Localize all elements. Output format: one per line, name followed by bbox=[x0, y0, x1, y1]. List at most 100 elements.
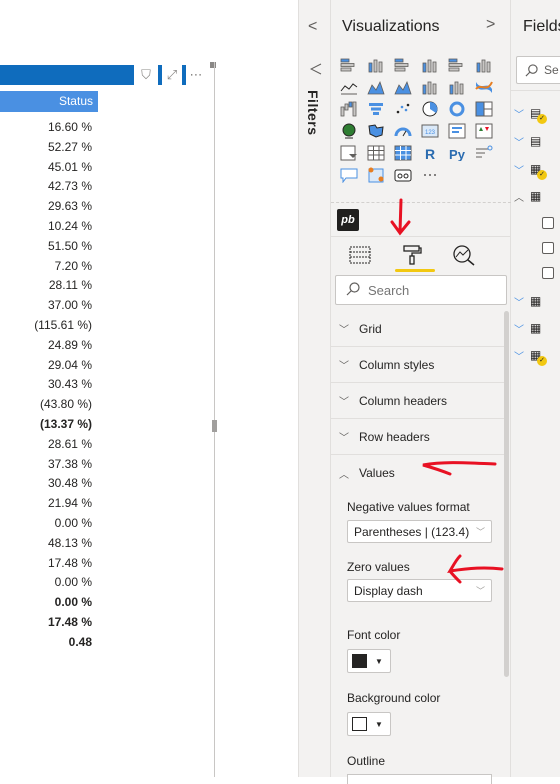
field-checkbox[interactable] bbox=[542, 267, 554, 279]
format-search-box[interactable] bbox=[335, 275, 507, 305]
table-row[interactable]: 29.04 % bbox=[0, 356, 98, 376]
pie-chart-icon[interactable] bbox=[419, 99, 441, 119]
table-total-row[interactable]: (13.37 %) bbox=[0, 415, 98, 435]
table-row[interactable]: 0.00 % bbox=[0, 573, 98, 593]
chevron-down-icon[interactable]: ﹀ bbox=[514, 294, 524, 309]
field-table-row[interactable]: ﹀ ▦ bbox=[514, 291, 543, 311]
table-row[interactable]: 28.11 % bbox=[0, 276, 98, 296]
table-row[interactable]: 28.61 % bbox=[0, 435, 98, 455]
funnel-chart-icon[interactable] bbox=[365, 99, 387, 119]
waterfall-chart-icon[interactable] bbox=[338, 99, 360, 119]
background-color-picker[interactable]: ▼ bbox=[347, 712, 391, 736]
format-section-column-styles[interactable]: ﹀ Column styles bbox=[331, 347, 505, 383]
chevron-up-icon[interactable]: ︿ bbox=[514, 189, 524, 204]
column-header-status[interactable]: Status bbox=[0, 91, 98, 112]
table-row[interactable]: 52.27 % bbox=[0, 138, 98, 158]
matrix-icon[interactable] bbox=[392, 143, 414, 163]
format-pane-scrollbar[interactable] bbox=[504, 311, 509, 677]
donut-chart-icon[interactable] bbox=[446, 99, 468, 119]
outline-dropdown[interactable] bbox=[347, 774, 492, 784]
stacked-area-chart-icon[interactable] bbox=[392, 77, 414, 97]
more-visuals-icon[interactable] bbox=[419, 165, 441, 185]
expand-pane-icon[interactable]: > bbox=[486, 16, 495, 34]
table-row[interactable]: 48.13 % bbox=[0, 534, 98, 554]
kpi-icon[interactable] bbox=[473, 121, 495, 141]
100-stacked-bar-chart-icon[interactable] bbox=[446, 55, 468, 75]
negative-values-format-dropdown[interactable]: Parentheses | (123.4) ﹀ bbox=[347, 520, 492, 543]
table-row[interactable]: 21.94 % bbox=[0, 494, 98, 514]
multi-row-card-icon[interactable] bbox=[446, 121, 468, 141]
table-row[interactable]: 7.20 % bbox=[0, 257, 98, 277]
table-row[interactable]: 30.48 % bbox=[0, 474, 98, 494]
format-search-input[interactable] bbox=[368, 282, 488, 298]
field-checkbox[interactable] bbox=[542, 217, 554, 229]
table-row[interactable]: 17.48 % bbox=[0, 554, 98, 574]
filters-pane[interactable]: < Filters bbox=[298, 0, 331, 777]
qna-icon[interactable] bbox=[338, 165, 360, 185]
slicer-icon[interactable] bbox=[338, 143, 360, 163]
r-visual-icon[interactable]: R bbox=[419, 143, 441, 163]
100-stacked-column-chart-icon[interactable] bbox=[473, 55, 495, 75]
table-row[interactable]: 16.60 % bbox=[0, 118, 98, 138]
table-row[interactable]: 10.24 % bbox=[0, 217, 98, 237]
stacked-bar-chart-icon[interactable] bbox=[338, 55, 360, 75]
scatter-chart-icon[interactable] bbox=[392, 99, 414, 119]
focus-mode-icon[interactable]: ⤢ bbox=[158, 65, 182, 85]
card-icon[interactable]: 123 bbox=[419, 121, 441, 141]
line-stacked-column-chart-icon[interactable] bbox=[419, 77, 441, 97]
fields-search-box[interactable]: Se bbox=[516, 56, 560, 84]
zero-values-dropdown[interactable]: Display dash ﹀ bbox=[347, 579, 492, 602]
treemap-icon[interactable] bbox=[473, 99, 495, 119]
table-row[interactable]: 30.43 % bbox=[0, 375, 98, 395]
clustered-bar-chart-icon[interactable] bbox=[392, 55, 414, 75]
table-row[interactable]: 24.89 % bbox=[0, 336, 98, 356]
line-chart-icon[interactable] bbox=[338, 77, 360, 97]
field-table-row[interactable]: ﹀ ▦ ✓ bbox=[514, 345, 547, 366]
field-table-row[interactable]: ︿ ▦ bbox=[514, 186, 543, 206]
clustered-column-chart-icon[interactable] bbox=[419, 55, 441, 75]
format-section-grid[interactable]: ﹀ Grid bbox=[331, 311, 505, 347]
table-total-row[interactable]: 0.00 % bbox=[0, 593, 98, 613]
chevron-down-icon[interactable]: ﹀ bbox=[514, 134, 524, 149]
format-tab[interactable] bbox=[395, 241, 435, 272]
field-table-row[interactable]: ﹀ ▦ bbox=[514, 318, 543, 338]
analytics-tab[interactable] bbox=[447, 241, 481, 269]
chevron-down-icon[interactable]: ﹀ bbox=[514, 348, 524, 363]
format-section-values[interactable]: ︿ Values bbox=[331, 455, 505, 491]
more-options-icon[interactable]: ⋯ bbox=[182, 65, 206, 85]
collapse-pane-icon[interactable]: < bbox=[308, 18, 317, 36]
chevron-down-icon[interactable]: ﹀ bbox=[514, 162, 524, 177]
chevron-down-icon[interactable]: ﹀ bbox=[514, 321, 524, 336]
format-section-row-headers[interactable]: ﹀ Row headers bbox=[331, 419, 505, 455]
table-row[interactable]: 42.73 % bbox=[0, 177, 98, 197]
stacked-column-chart-icon[interactable] bbox=[365, 55, 387, 75]
gauge-icon[interactable] bbox=[392, 121, 414, 141]
smart-narrative-icon[interactable] bbox=[392, 165, 414, 185]
field-table-row[interactable]: ﹀ ▦ ✓ bbox=[514, 159, 547, 180]
filter-icon[interactable]: ⛉ bbox=[134, 65, 158, 85]
chevron-down-icon[interactable]: ﹀ bbox=[514, 106, 524, 121]
area-chart-icon[interactable] bbox=[365, 77, 387, 97]
table-row[interactable]: 37.38 % bbox=[0, 455, 98, 475]
table-row[interactable]: 51.50 % bbox=[0, 237, 98, 257]
resize-handle[interactable] bbox=[212, 420, 217, 432]
table-row[interactable]: 29.63 % bbox=[0, 197, 98, 217]
line-clustered-column-chart-icon[interactable] bbox=[446, 77, 468, 97]
table-row[interactable]: (115.61 %) bbox=[0, 316, 98, 336]
table-row[interactable]: (43.80 %) bbox=[0, 395, 98, 415]
ribbon-chart-icon[interactable] bbox=[473, 77, 495, 97]
table-total-row[interactable]: 17.48 % bbox=[0, 613, 98, 633]
decomposition-tree-icon[interactable] bbox=[365, 165, 387, 185]
filters-label[interactable]: Filters bbox=[305, 90, 321, 136]
field-table-row[interactable]: ﹀ ▤ bbox=[514, 131, 543, 151]
table-row[interactable]: 45.01 % bbox=[0, 158, 98, 178]
table-total-row[interactable]: 0.48 bbox=[0, 633, 98, 653]
custom-visual-pb-icon[interactable]: pb bbox=[337, 209, 359, 231]
table-row[interactable]: 0.00 % bbox=[0, 514, 98, 534]
table-row[interactable]: 37.00 % bbox=[0, 296, 98, 316]
font-color-picker[interactable]: ▼ bbox=[347, 649, 391, 673]
field-table-row[interactable]: ﹀ ▤ ✓ bbox=[514, 103, 547, 124]
key-influencers-icon[interactable] bbox=[473, 143, 495, 163]
table-icon[interactable] bbox=[365, 143, 387, 163]
fields-tab[interactable] bbox=[343, 241, 377, 269]
